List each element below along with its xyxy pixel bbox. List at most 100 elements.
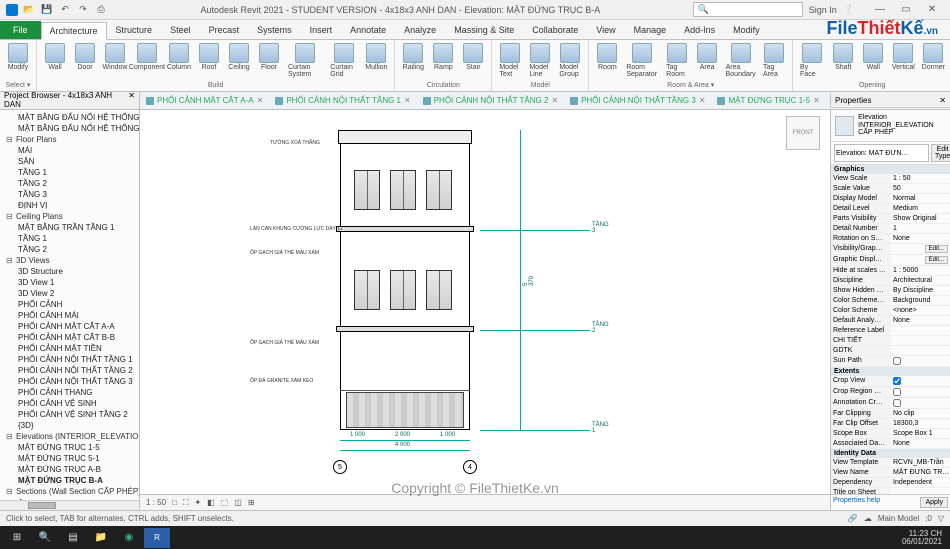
props-row[interactable]: Far ClippingNo clip xyxy=(831,409,950,419)
view-tab[interactable]: PHỐI CẢNH MẶT CẮT A-A✕ xyxy=(140,94,269,108)
ribbon-tab-modify[interactable]: Modify xyxy=(724,21,769,39)
properties-help-link[interactable]: Properties help xyxy=(833,497,918,508)
tree-node[interactable]: TẦNG 2 xyxy=(2,178,137,189)
view-tab[interactable]: PHỐI CẢNH NỘI THẤT TẦNG 3✕ xyxy=(564,94,711,108)
vc-icon[interactable]: ✦ xyxy=(194,498,201,507)
minimize-button[interactable]: — xyxy=(868,1,892,19)
model-selector[interactable]: Main Model xyxy=(878,514,919,523)
ribbon-wall-button[interactable]: Wall xyxy=(859,42,887,72)
vc-icon[interactable]: ⛶ xyxy=(183,498,189,508)
ribbon-mullion-button[interactable]: Mullion xyxy=(362,42,390,72)
ribbon-shaft-button[interactable]: Shaft xyxy=(829,42,857,72)
ribbon-tab-view[interactable]: View xyxy=(587,21,624,39)
props-row[interactable]: Display ModelNormal xyxy=(831,194,950,204)
ribbon-tab-structure[interactable]: Structure xyxy=(107,21,162,39)
ribbon-modelgroup-button[interactable]: Model Group xyxy=(556,42,584,79)
vc-icon[interactable]: ◫ xyxy=(234,498,242,507)
tree-node[interactable]: PHỐI CẢNH MẶT TIỀN xyxy=(2,343,137,354)
tree-node[interactable]: TẦNG 1 xyxy=(2,233,137,244)
props-section-header[interactable]: Identity Data xyxy=(831,449,950,458)
props-row[interactable]: Graphic Displ…Edit... xyxy=(831,255,950,266)
props-row[interactable]: Detail LevelMedium xyxy=(831,204,950,214)
close-tab-icon[interactable]: ✕ xyxy=(257,96,264,105)
tree-node[interactable]: ⊟Elevations (INTERIOR_ELEVATION CẤP PHÉP… xyxy=(2,431,137,442)
ribbon-dormer-button[interactable]: Dormer xyxy=(919,42,947,72)
tree-node[interactable]: MẶT BẰNG ĐẤU NỐI HỆ THỐNG ĐIỆN xyxy=(2,123,137,134)
ribbon-byface-button[interactable]: By Face xyxy=(797,42,827,79)
tree-node[interactable]: PHỐI CẢNH THANG xyxy=(2,387,137,398)
tree-node[interactable]: MÁI xyxy=(2,145,137,156)
ribbon-areaboundary-button[interactable]: Area Boundary xyxy=(723,42,758,79)
ribbon-door-button[interactable]: Door xyxy=(71,42,99,72)
tree-node[interactable]: PHỐI CẢNH VỆ SINH xyxy=(2,398,137,409)
props-row[interactable]: Detail Number1 xyxy=(831,224,950,234)
props-row[interactable]: Scope BoxScope Box 1 xyxy=(831,429,950,439)
tree-node[interactable]: {3D} xyxy=(2,420,137,431)
props-row[interactable]: Color Scheme…Background xyxy=(831,296,950,306)
ribbon-tab-precast[interactable]: Precast xyxy=(200,21,249,39)
ribbon-curtainsystem-button[interactable]: Curtain System xyxy=(285,42,325,79)
props-row[interactable]: Sun Path xyxy=(831,356,950,367)
close-button[interactable]: ✕ xyxy=(920,1,944,19)
ribbon-modelline-button[interactable]: Model Line xyxy=(526,42,554,79)
ribbon-ceiling-button[interactable]: Ceiling xyxy=(225,42,253,72)
tree-node[interactable]: MẶT ĐỨNG TRỤC 5-1 xyxy=(2,453,137,464)
ribbon-wall-button[interactable]: Wall xyxy=(41,42,69,72)
ribbon-stair-button[interactable]: Stair xyxy=(459,42,487,72)
view-cube[interactable]: FRONT xyxy=(786,116,820,150)
tree-node[interactable]: MẶT ĐỨNG TRỤC 1-5 xyxy=(2,442,137,453)
view-tab[interactable]: MẶT ĐỨNG TRỤC 1-5✕ xyxy=(711,94,825,108)
ribbon-roof-button[interactable]: Roof xyxy=(195,42,223,72)
qat-open-icon[interactable]: 📂 xyxy=(22,3,36,17)
close-tab-icon[interactable]: ✕ xyxy=(404,96,411,105)
props-row[interactable]: Scale Value50 xyxy=(831,184,950,194)
props-row[interactable]: Reference Label xyxy=(831,326,950,336)
tree-node[interactable]: MẶT ĐỨNG TRỤC B-A xyxy=(2,475,137,486)
edit-type-button[interactable]: Edit Type xyxy=(931,144,950,162)
status-icon[interactable]: 🔗 xyxy=(848,514,858,523)
ribbon-modeltext-button[interactable]: Model Text xyxy=(496,42,524,79)
tree-node[interactable]: PHỐI CẢNH MẶT CẮT A-A xyxy=(2,321,137,332)
ribbon-ramp-button[interactable]: Ramp xyxy=(429,42,457,72)
tree-node[interactable]: PHỐI CẢNH NỘI THẤT TẦNG 1 xyxy=(2,354,137,365)
tree-node[interactable]: PHỐI CẢNH MÁI xyxy=(2,310,137,321)
ribbon-window-button[interactable]: Window xyxy=(101,42,129,72)
tree-node[interactable]: PHỐI CẢNH MẶT CẮT B-B xyxy=(2,332,137,343)
ribbon-tab-architecture[interactable]: Architecture xyxy=(41,22,107,40)
props-row[interactable]: DisciplineArchitectural xyxy=(831,276,950,286)
view-scale[interactable]: 1 : 50 xyxy=(146,498,166,507)
props-section-header[interactable]: Graphics xyxy=(831,165,950,174)
tree-node[interactable]: ĐỊNH VỊ xyxy=(2,200,137,211)
ribbon-tagarea-button[interactable]: Tag Area xyxy=(760,42,788,79)
tree-node[interactable]: MẶT BẰNG TRẦN TẦNG 1 xyxy=(2,222,137,233)
tree-node[interactable]: 3D View 2 xyxy=(2,288,137,299)
panel-close-icon[interactable]: ✕ xyxy=(939,96,946,105)
close-tab-icon[interactable]: ✕ xyxy=(551,96,558,105)
vc-icon[interactable]: ◧ xyxy=(207,498,215,507)
ribbon-tab-file[interactable]: File xyxy=(0,21,41,39)
props-row[interactable]: Associated Da…None xyxy=(831,439,950,449)
props-row[interactable]: Color Scheme<none> xyxy=(831,306,950,316)
props-row[interactable]: View NameMẶT ĐỨNG TR… xyxy=(831,468,950,478)
help-icon[interactable]: ❔ xyxy=(843,4,854,15)
edit-button[interactable]: Edit... xyxy=(925,256,948,264)
ribbon-component-button[interactable]: Component xyxy=(131,42,163,72)
props-row[interactable]: GDTK xyxy=(831,346,950,356)
view-tab[interactable]: PHỐI CẢNH NỘI THẤT TẦNG 2✕ xyxy=(417,94,564,108)
ribbon-tab-massingsite[interactable]: Massing & Site xyxy=(445,21,523,39)
tree-node[interactable]: ⊟Floor Plans xyxy=(2,134,137,145)
tree-node[interactable]: PHỐI CẢNH NỘI THẤT TẦNG 2 xyxy=(2,365,137,376)
scrollbar-horizontal[interactable] xyxy=(0,500,139,510)
ribbon-modify-button[interactable]: Modify xyxy=(4,42,32,72)
checkbox[interactable] xyxy=(893,377,901,385)
props-row[interactable]: Parts VisibilityShow Original xyxy=(831,214,950,224)
props-row[interactable]: View TemplateRCVN_MB-Trần xyxy=(831,458,950,468)
tree-node[interactable]: TẦNG 1 xyxy=(2,167,137,178)
props-row[interactable]: Crop View xyxy=(831,376,950,387)
project-browser-tree[interactable]: MẶT BẰNG ĐẤU NỐI HỆ THỐNG THOÁMẶT BẰNG Đ… xyxy=(0,110,139,500)
props-row[interactable]: CHI TIẾT xyxy=(831,336,950,346)
tree-node[interactable]: SÂN xyxy=(2,156,137,167)
ribbon-room-button[interactable]: Room xyxy=(593,42,621,72)
ribbon-tab-addins[interactable]: Add-Ins xyxy=(675,21,724,39)
ribbon-tab-steel[interactable]: Steel xyxy=(161,21,200,39)
